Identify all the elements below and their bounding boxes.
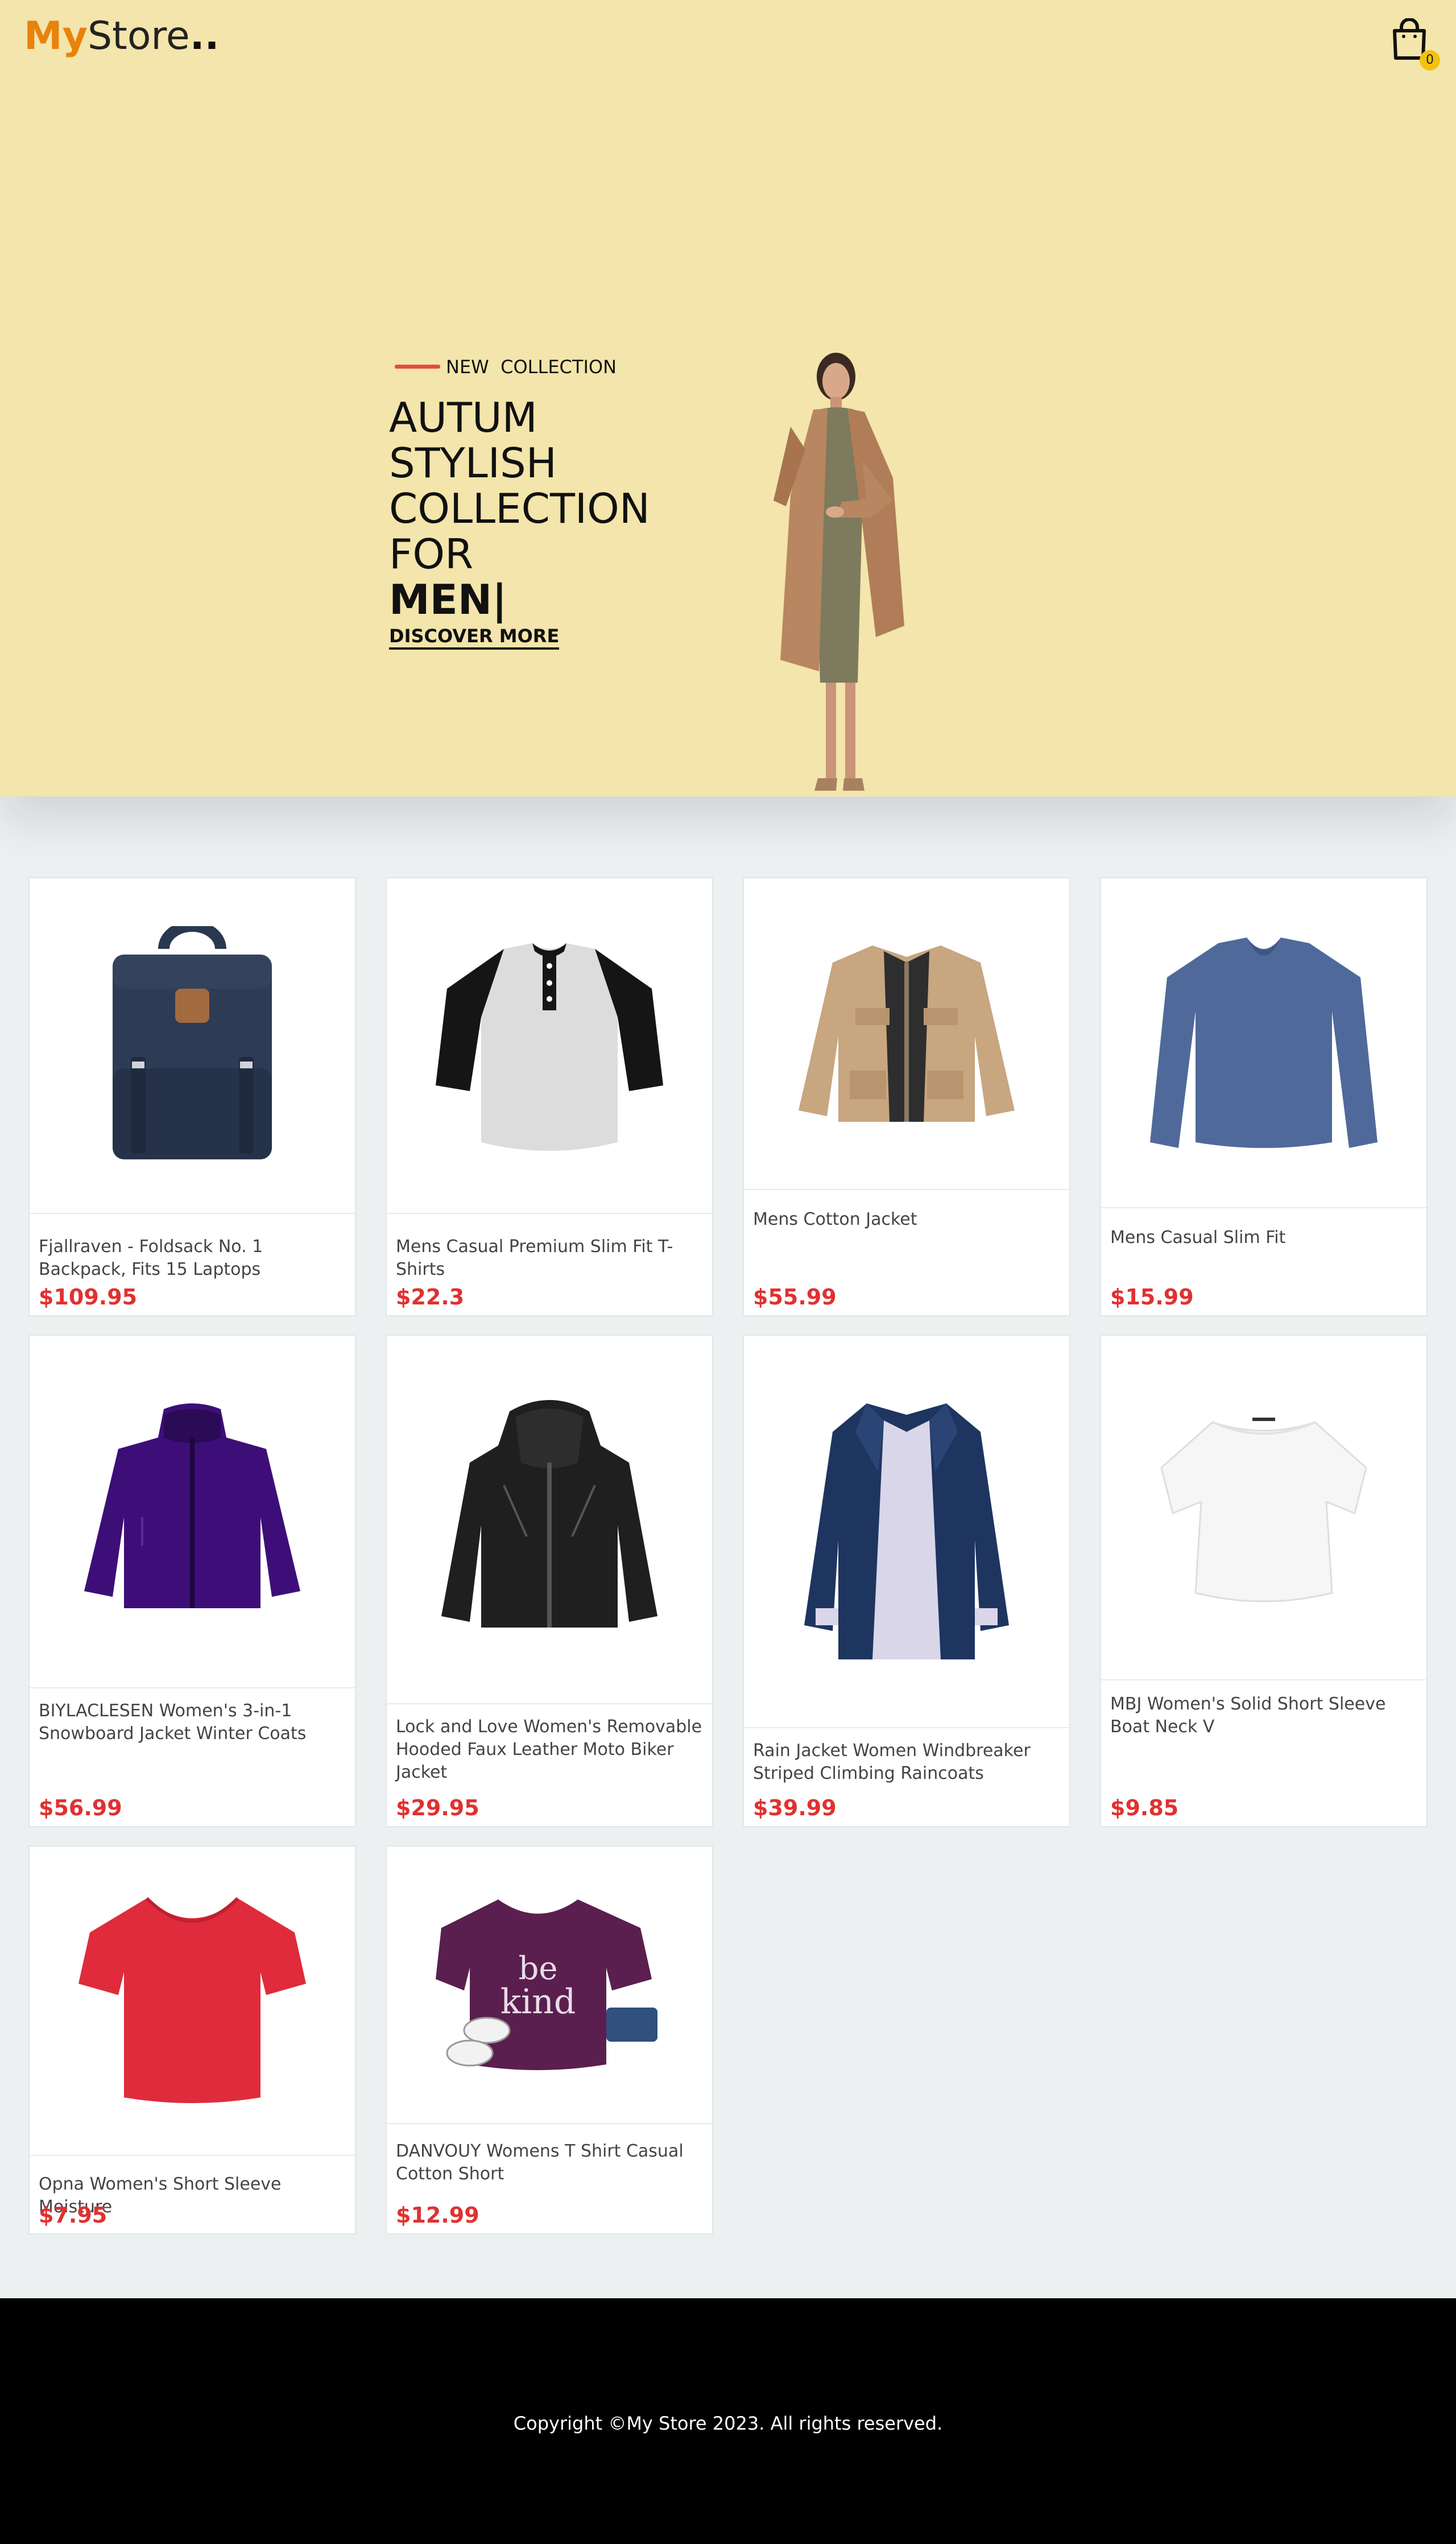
product-title: DANVOUY Womens T Shirt Casual Cotton Sho…: [396, 2141, 684, 2184]
product-image: [387, 1336, 712, 1704]
eyebrow-text: NEW COLLECTION: [446, 356, 617, 378]
product-card[interactable]: BIYLACLESEN Women's 3-in-1 Snowboard Jac…: [28, 1335, 356, 1827]
product-image: [1101, 878, 1426, 1208]
logo-my: My: [24, 14, 88, 59]
product-card[interactable]: be kind DANVOUY Womens T Shirt Casual Co…: [386, 1845, 713, 2235]
product-image: [30, 878, 355, 1214]
product-title: BIYLACLESEN Women's 3-in-1 Snowboard Jac…: [39, 1701, 307, 1744]
headline-highlight: MEN|: [389, 576, 507, 623]
product-price: $56.99: [39, 1795, 122, 1820]
cotton-jacket-icon: [799, 945, 1015, 1122]
product-image: [30, 1847, 355, 2156]
logo-store: Store: [88, 14, 190, 59]
product-card[interactable]: Fjallraven - Foldsack No. 1 Backpack, Fi…: [28, 877, 356, 1316]
fashion-model-image: [774, 353, 904, 791]
product-card[interactable]: Opna Women's Short Sleeve Moisture $7.95: [28, 1845, 356, 2235]
product-title: Rain Jacket Women Windbreaker Striped Cl…: [753, 1741, 1031, 1783]
headline-line: COLLECTION: [389, 485, 650, 532]
store-logo[interactable]: MyStore..: [24, 13, 219, 60]
product-card[interactable]: MBJ Women's Solid Short Sleeve Boat Neck…: [1100, 1335, 1428, 1827]
snowboard-jacket-icon: [84, 1403, 300, 1608]
product-card[interactable]: Mens Cotton Jacket $55.99: [743, 877, 1070, 1316]
product-card[interactable]: Mens Casual Premium Slim Fit T-Shirts $2…: [386, 877, 713, 1316]
product-card[interactable]: Mens Casual Slim Fit $15.99: [1100, 877, 1428, 1316]
product-title: Fjallraven - Foldsack No. 1 Backpack, Fi…: [39, 1237, 263, 1279]
cart-button[interactable]: 0: [1391, 18, 1440, 71]
product-price: $55.99: [753, 1285, 837, 1310]
site-footer: Copyright ©My Store 2023. All rights res…: [0, 2298, 1456, 2544]
product-card[interactable]: Lock and Love Women's Removable Hooded F…: [386, 1335, 713, 1827]
headline-line: FOR: [389, 530, 474, 578]
product-price: $39.99: [753, 1795, 837, 1820]
backpack-icon: [113, 926, 272, 1159]
cart-count-badge: 0: [1420, 50, 1440, 71]
product-price: $9.85: [1110, 1795, 1179, 1820]
product-image: [30, 1336, 355, 1688]
logo-dots: ..: [189, 14, 220, 59]
discover-more-link[interactable]: DISCOVER MORE: [389, 625, 560, 650]
product-card[interactable]: Rain Jacket Women Windbreaker Striped Cl…: [743, 1335, 1070, 1827]
product-price: $7.95: [39, 2203, 107, 2228]
product-price: $12.99: [396, 2203, 479, 2228]
product-title: MBJ Women's Solid Short Sleeve Boat Neck…: [1110, 1694, 1386, 1737]
red-tshirt-icon: [78, 1897, 306, 2103]
product-image: [1101, 1336, 1426, 1680]
hero-headline: AUTUM STYLISH COLLECTION FOR MEN|: [389, 395, 650, 622]
henley-shirt-icon: [436, 943, 663, 1151]
copyright-text: Copyright ©My Store 2023. All rights res…: [513, 2413, 943, 2434]
product-title: Mens Cotton Jacket: [753, 1209, 917, 1229]
white-top-icon: [1160, 1418, 1367, 1603]
product-image: [744, 878, 1069, 1190]
longsleeve-shirt-icon: [1150, 938, 1378, 1148]
product-image: [744, 1336, 1069, 1728]
product-title: Mens Casual Slim Fit: [1110, 1228, 1286, 1248]
product-price: $15.99: [1110, 1285, 1194, 1310]
product-price: $109.95: [39, 1285, 138, 1310]
product-image: [387, 878, 712, 1214]
purple-tshirt-icon: be kind: [436, 1899, 657, 2070]
product-title: Mens Casual Premium Slim Fit T-Shirts: [396, 1237, 673, 1279]
headline-line: STYLISH: [389, 439, 557, 487]
svg-text:kind: kind: [500, 1982, 576, 2022]
headline-line: AUTUM: [389, 394, 537, 441]
product-price: $22.3: [396, 1285, 465, 1310]
product-price: $29.95: [396, 1795, 479, 1820]
product-title: Lock and Love Women's Removable Hooded F…: [396, 1717, 702, 1782]
hero-banner: MyStore.. 0 NEW COLLECTION AUTUM STYLISH…: [0, 0, 1456, 796]
product-image: be kind: [387, 1847, 712, 2124]
eyebrow-accent-line: [395, 365, 440, 369]
leather-jacket-icon: [441, 1400, 657, 1628]
rain-jacket-icon: [804, 1403, 1009, 1659]
